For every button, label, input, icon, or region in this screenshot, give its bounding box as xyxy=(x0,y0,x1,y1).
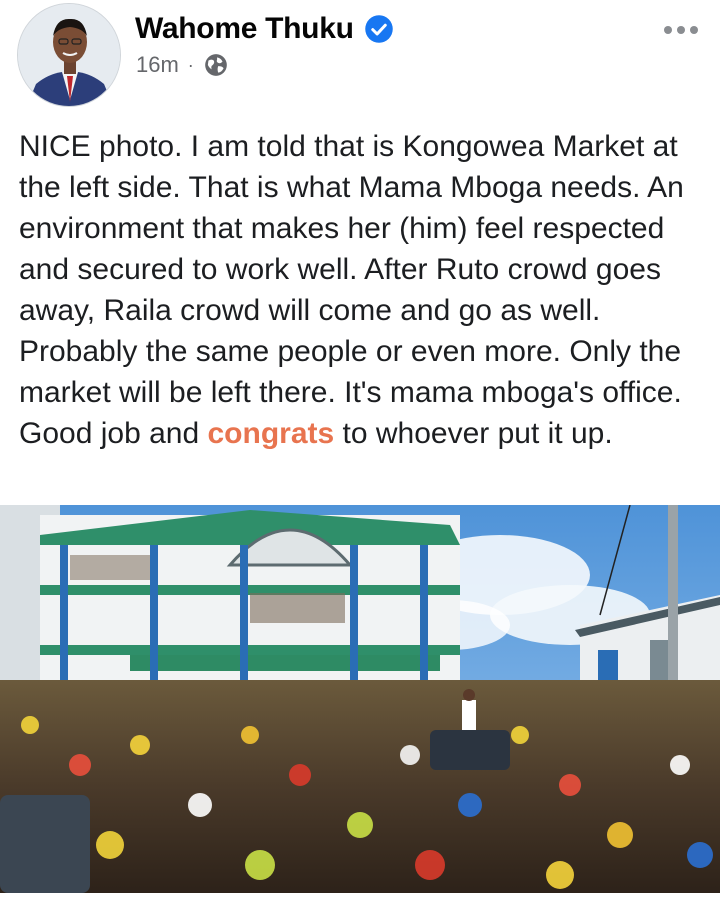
author-name-row: Wahome Thuku xyxy=(135,12,394,46)
post-text-after: to whoever put it up. xyxy=(334,417,613,450)
post-photo[interactable] xyxy=(0,504,720,893)
post-timestamp[interactable]: 16m xyxy=(136,52,179,78)
avatar-portrait-image xyxy=(18,4,120,106)
post-body-text: NICE photo. I am told that is Kongowea M… xyxy=(19,126,709,454)
author-name[interactable]: Wahome Thuku xyxy=(135,12,354,46)
more-dot xyxy=(690,26,698,34)
verified-badge-icon xyxy=(364,15,393,43)
rally-crowd-photo xyxy=(0,504,720,893)
post-meta: 16m · xyxy=(136,52,229,78)
post-header: Wahome Thuku 16m · xyxy=(0,0,720,110)
meta-separator: · xyxy=(187,54,194,75)
author-avatar[interactable] xyxy=(17,3,121,107)
globe-icon[interactable] xyxy=(203,52,229,78)
post-text-highlight[interactable]: congrats xyxy=(207,417,334,450)
more-dot xyxy=(664,26,672,34)
more-options-icon[interactable] xyxy=(664,26,698,34)
more-dot xyxy=(677,26,685,34)
post-text-before: NICE photo. I am told that is Kongowea M… xyxy=(19,130,684,450)
